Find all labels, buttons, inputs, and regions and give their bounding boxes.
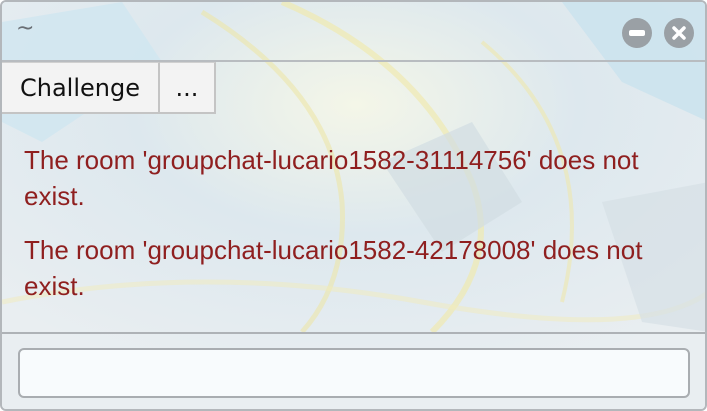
close-button[interactable]: [664, 18, 694, 48]
message-log: The room 'groupchat-lucario1582-31114756…: [24, 142, 684, 322]
error-message: The room 'groupchat-lucario1582-31114756…: [24, 145, 639, 211]
challenge-button[interactable]: Challenge: [2, 62, 160, 114]
title-bar: ~: [2, 2, 705, 62]
chat-footer: [2, 332, 705, 409]
more-options-button[interactable]: ...: [160, 62, 216, 114]
chat-tabs: Challenge ...: [2, 62, 216, 118]
chat-window: ~ Challenge ... The room 'groupchat-luca…: [0, 0, 707, 411]
window-title: ~: [16, 16, 35, 41]
chat-input[interactable]: [18, 348, 690, 398]
close-icon: [672, 26, 686, 40]
minimize-button[interactable]: [622, 18, 652, 48]
minimize-icon: [629, 30, 645, 36]
error-message: The room 'groupchat-lucario1582-42178008…: [24, 235, 643, 301]
